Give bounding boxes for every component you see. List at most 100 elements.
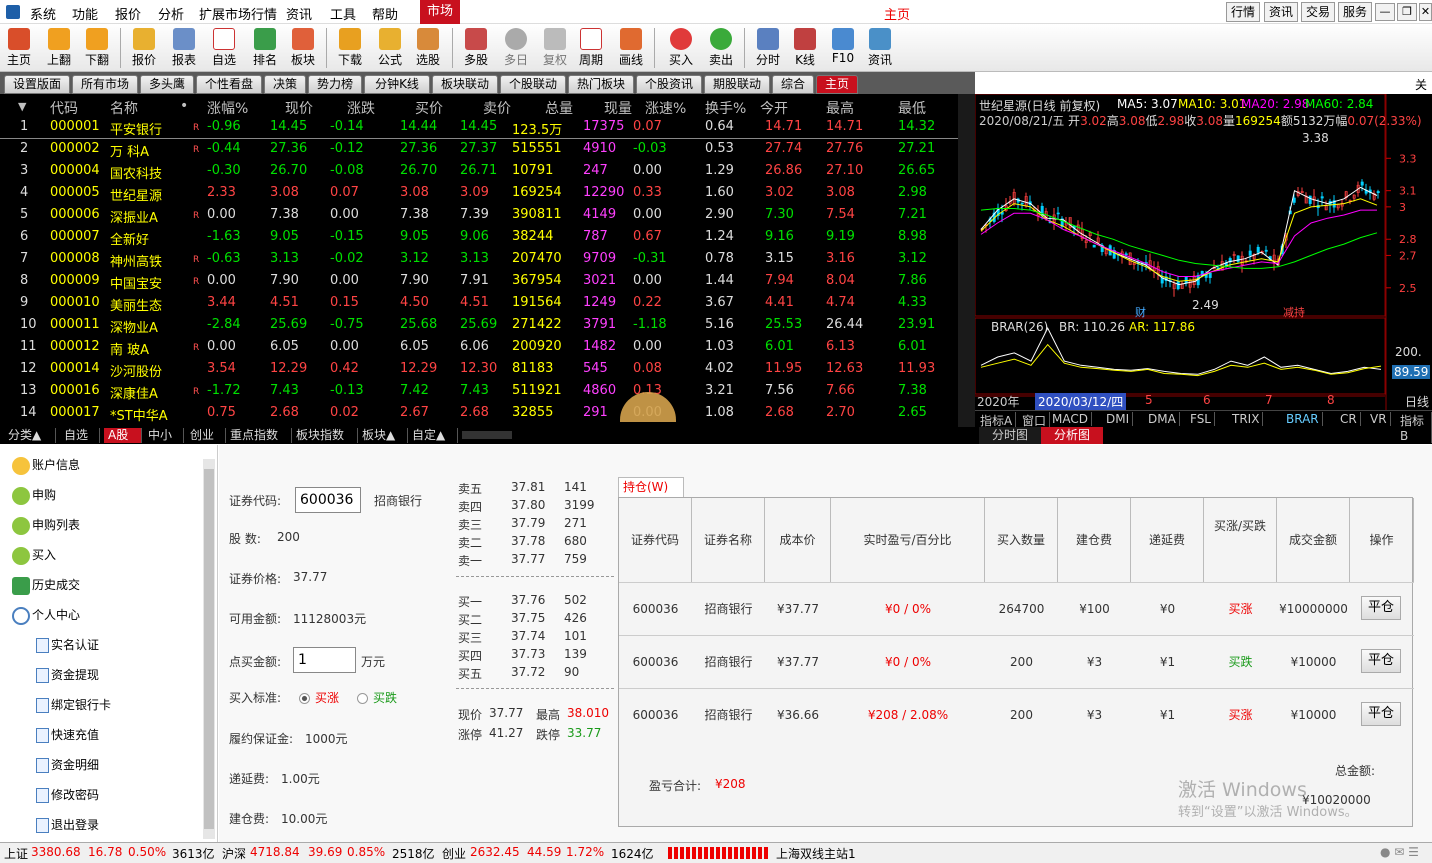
table-row[interactable]: 2 000002 万 科A -0.44 27.36 -0.12 27.36 27.37 5155… bbox=[0, 139, 958, 161]
column-header[interactable]: 名称 bbox=[110, 98, 138, 117]
table-row[interactable]: 14 000017 *ST中华A 0.75 2.68 0.02 2.67 2.68 32855 2… bbox=[0, 403, 958, 425]
sheet-tab-category[interactable]: 分类▲ bbox=[4, 428, 56, 443]
sidebar-item-bind-card[interactable]: 绑定银行卡 bbox=[36, 696, 111, 713]
sidebar-scrollbar[interactable] bbox=[203, 459, 215, 839]
toolbar-timeshare-button[interactable]: 分时 bbox=[751, 26, 785, 70]
tab-bull-eagle[interactable]: 多头鹰 bbox=[140, 75, 194, 94]
sheet-scroll[interactable] bbox=[462, 431, 512, 439]
holdings-tab[interactable]: 持仓(W) bbox=[618, 477, 684, 497]
column-header[interactable]: 最低 bbox=[898, 98, 926, 117]
menu-extended-market[interactable]: 扩展市场行情 bbox=[199, 4, 277, 23]
close-position-button[interactable]: 平仓 bbox=[1361, 702, 1401, 726]
tab-stock-link[interactable]: 个股联动 bbox=[500, 75, 566, 94]
menu-system[interactable]: 系统 bbox=[30, 4, 56, 23]
tab-analysis-chart[interactable]: 分析图 bbox=[1041, 427, 1103, 444]
minimize-icon[interactable]: — bbox=[1375, 3, 1395, 21]
menu-help[interactable]: 帮助 bbox=[372, 4, 398, 23]
table-row[interactable]: 10 000011 深物业A -2.84 25.69 -0.75 25.68 25.69 271… bbox=[0, 315, 958, 337]
column-header[interactable]: 卖价 bbox=[483, 98, 511, 117]
toolbar-news-button[interactable]: 资讯 bbox=[863, 26, 897, 70]
quick-service-button[interactable]: 服务 bbox=[1338, 2, 1373, 22]
code-input[interactable] bbox=[295, 487, 361, 513]
column-header[interactable]: 涨跌 bbox=[347, 98, 375, 117]
sidebar-item-subscribe-list[interactable]: 申购列表 bbox=[12, 516, 80, 535]
radio-buy-down[interactable]: 买跌 bbox=[357, 689, 397, 706]
tab-stock-news[interactable]: 个股资讯 bbox=[636, 75, 702, 94]
column-header[interactable]: • bbox=[180, 98, 188, 116]
table-row[interactable]: 12 000014 沙河股份 3.54 12.29 0.42 12.29 12.30 81183… bbox=[0, 359, 958, 381]
toolbar-download-button[interactable]: 下载 bbox=[333, 26, 367, 70]
sort-arrow-icon[interactable]: ▼ bbox=[18, 100, 26, 118]
toolbar-multi-stock-button[interactable]: 多股 bbox=[459, 26, 493, 70]
sidebar-item-buy[interactable]: 买入 bbox=[12, 546, 56, 565]
table-row[interactable]: 9 000010 美丽生态 3.44 4.51 0.15 4.50 4.51 191564 124… bbox=[0, 293, 958, 315]
tab-all-markets[interactable]: 所有市场 bbox=[72, 75, 138, 94]
table-row[interactable]: 3 000004 国农科技 -0.30 26.70 -0.08 26.70 26.71 1079… bbox=[0, 161, 958, 183]
menu-news[interactable]: 资讯 bbox=[286, 4, 312, 23]
sheet-tab-sme[interactable]: 中小 bbox=[144, 428, 184, 443]
column-header[interactable]: 涨幅% bbox=[207, 98, 248, 117]
menu-function[interactable]: 功能 bbox=[72, 4, 98, 23]
tab-hot-sectors[interactable]: 热门板块 bbox=[568, 75, 634, 94]
toolbar-period-button[interactable]: 周期 bbox=[574, 26, 608, 70]
column-header[interactable]: 买价 bbox=[415, 98, 443, 117]
toolbar-buy-button[interactable]: 买入 bbox=[664, 26, 698, 70]
sidebar-item-realname[interactable]: 实名认证 bbox=[36, 636, 99, 653]
toolbar-pagedown-button[interactable]: 下翻 bbox=[80, 26, 114, 70]
indicator-tab[interactable]: BRAR bbox=[1283, 412, 1323, 426]
toolbar-sell-button[interactable]: 卖出 bbox=[704, 26, 738, 70]
toolbar-ranking-button[interactable]: 排名 bbox=[248, 26, 282, 70]
sheet-tab-watchlist[interactable]: 自选 bbox=[60, 428, 100, 443]
toolbar-home-button[interactable]: 主页 bbox=[2, 26, 36, 70]
table-row[interactable]: 13 000016 深康佳A -1.72 7.43 -0.13 7.42 7.43 511921… bbox=[0, 381, 958, 403]
quick-news-button[interactable]: 资讯 bbox=[1264, 2, 1299, 22]
menu-tools[interactable]: 工具 bbox=[330, 4, 356, 23]
indicator-tab[interactable]: FSL bbox=[1187, 412, 1215, 426]
close-icon[interactable]: ✕ bbox=[1419, 3, 1432, 21]
tab-overview[interactable]: 综合 bbox=[772, 75, 814, 94]
column-header[interactable]: 现价 bbox=[285, 98, 313, 117]
sheet-tab-sector-index[interactable]: 板块指数 bbox=[292, 428, 358, 443]
table-row[interactable]: 7 000008 神州高铁 -0.63 3.13 -0.02 3.12 3.13 207470 9… bbox=[0, 249, 958, 271]
sidebar-item-withdraw[interactable]: 资金提现 bbox=[36, 666, 99, 683]
tab-timeshare-chart[interactable]: 分时图 bbox=[979, 427, 1041, 444]
table-row[interactable]: 5 000006 深振业A 0.00 7.38 0.00 7.38 7.39 390811 414… bbox=[0, 205, 958, 227]
indicator-tab[interactable]: MACD bbox=[1049, 412, 1092, 426]
radio-buy-up[interactable]: 买涨 bbox=[299, 689, 339, 706]
toolbar-sector-button[interactable]: 板块 bbox=[286, 26, 320, 70]
indicator-tab[interactable]: VR bbox=[1367, 412, 1391, 426]
toolbar-formula-button[interactable]: 公式 bbox=[373, 26, 407, 70]
tab-personal-view[interactable]: 个性看盘 bbox=[196, 75, 262, 94]
sidebar-item-personal[interactable]: 个人中心 bbox=[12, 606, 80, 625]
sidebar-item-history[interactable]: 历史成交 bbox=[12, 576, 80, 595]
tab-futures-link[interactable]: 期股联动 bbox=[704, 75, 770, 94]
toolbar-quote-button[interactable]: 报价 bbox=[127, 26, 161, 70]
menu-market[interactable]: 市场 bbox=[420, 0, 460, 24]
column-header[interactable]: 今开 bbox=[760, 98, 788, 117]
indicator-tab[interactable]: DMA bbox=[1145, 412, 1180, 426]
tab-decision[interactable]: 决策 bbox=[264, 75, 306, 94]
tab-minute-kline[interactable]: 分钟K线 bbox=[364, 75, 430, 94]
toolbar-report-button[interactable]: 报表 bbox=[167, 26, 201, 70]
column-header[interactable]: 涨速% bbox=[645, 98, 686, 117]
quick-quote-button[interactable]: 行情 bbox=[1226, 2, 1261, 22]
sheet-tab-custom[interactable]: 自定▲ bbox=[408, 428, 458, 443]
buy-amount-input[interactable] bbox=[293, 647, 356, 673]
tab-power-board[interactable]: 势力榜 bbox=[308, 75, 362, 94]
toolbar-kline-button[interactable]: K线 bbox=[788, 26, 822, 70]
tab-layout-settings[interactable]: 设置版面 bbox=[4, 75, 70, 94]
menu-quote[interactable]: 报价 bbox=[115, 4, 141, 23]
close-position-button[interactable]: 平仓 bbox=[1361, 649, 1401, 673]
sidebar-item-change-password[interactable]: 修改密码 bbox=[36, 786, 99, 803]
toolbar-multi-day-button[interactable]: 多日 bbox=[499, 26, 533, 70]
table-row[interactable]: 8 000009 中国宝安 0.00 7.90 0.00 7.90 7.91 367954 302… bbox=[0, 271, 958, 293]
sidebar-item-account[interactable]: 账户信息 bbox=[12, 456, 80, 475]
toolbar-stock-picker-button[interactable]: 选股 bbox=[411, 26, 445, 70]
restore-icon[interactable]: ❐ bbox=[1397, 3, 1417, 21]
sidebar-item-funds-detail[interactable]: 资金明细 bbox=[36, 756, 99, 773]
menu-analysis[interactable]: 分析 bbox=[158, 4, 184, 23]
indicator-tab[interactable]: DMI bbox=[1103, 412, 1134, 426]
sheet-tab-key-index[interactable]: 重点指数 bbox=[226, 428, 292, 443]
table-row[interactable]: 11 000012 南 玻A 0.00 6.05 0.00 6.05 6.06 200920 14… bbox=[0, 337, 958, 359]
column-header[interactable]: 代码 bbox=[50, 98, 78, 117]
